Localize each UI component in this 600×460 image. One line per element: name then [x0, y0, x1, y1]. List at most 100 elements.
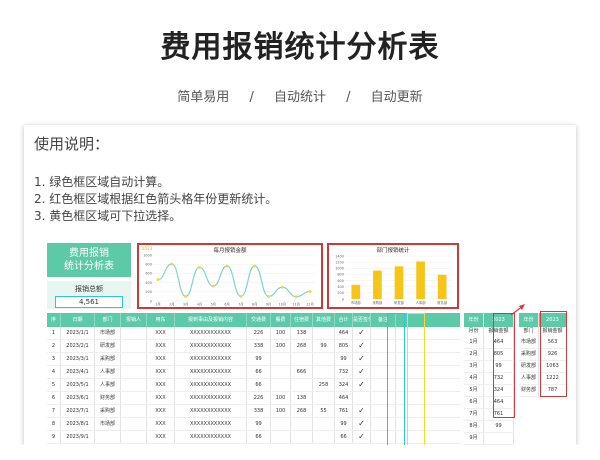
- signed-checkbox[interactable]: ✓: [353, 353, 371, 365]
- table-cell: [121, 353, 147, 365]
- dept-cell: 财务部: [519, 385, 539, 396]
- monthly-line-chart: 每月报销金额 2023 1000 800 600 400 200 0 1月 2月 3月 4月 5月 6…: [137, 243, 323, 309]
- table-cell: XXX: [147, 327, 175, 339]
- line-chart-xtick: 1月: [155, 303, 160, 307]
- signed-checkbox[interactable]: ✓: [353, 327, 371, 339]
- table-cell: 464: [335, 327, 353, 339]
- line-chart-xtick: 10月: [279, 303, 287, 307]
- line-chart-xtick: 7月: [238, 303, 243, 307]
- table-cell: 666: [291, 366, 313, 378]
- signed-checkbox[interactable]: ✓: [353, 366, 371, 378]
- signed-checkbox[interactable]: ✓: [353, 340, 371, 352]
- preview-card: 使用说明： 1. 绿色框区域自动计算。 2. 红色框区域根据红色箭头格年份更新统…: [24, 125, 576, 445]
- table-cell: 268: [291, 340, 313, 352]
- signed-checkbox[interactable]: ✓: [353, 431, 371, 443]
- table-cell: [313, 431, 335, 443]
- spreadsheet-preview: 费用报销 统计分析表 报销总额 4,561 每月报销金额 2023 1000 80…: [47, 243, 567, 445]
- line-chart-point: [211, 284, 215, 288]
- line-chart-ytick: 1000: [143, 253, 152, 257]
- table-cell: 99: [335, 353, 353, 365]
- feature-list: 简单易用 / 自动统计 / 自动更新: [0, 86, 600, 105]
- line-chart-point: [267, 295, 270, 298]
- bar-chart-bar: [351, 284, 361, 299]
- panel-title: 费用报销 统计分析表: [47, 243, 131, 277]
- bar-chart-xtick: 研发部: [394, 300, 405, 305]
- table-cell: 100: [271, 405, 291, 417]
- table-cell: XXXXXXXXXXXX: [175, 327, 247, 339]
- table-cell: XXXXXXXXXXXX: [175, 340, 247, 352]
- total-panel: 报销总额 4,561: [47, 281, 131, 309]
- table-cell: 2: [47, 340, 61, 352]
- table-cell: [121, 340, 147, 352]
- feature-3: 自动更新: [370, 90, 423, 105]
- signed-checkbox[interactable]: ✓: [353, 405, 371, 417]
- table-cell: [271, 366, 291, 378]
- table-header-cell: 报销人: [121, 313, 147, 327]
- table-cell: 财务部: [95, 392, 121, 404]
- table-cell: 9: [47, 431, 61, 443]
- signed-checkbox[interactable]: ✓: [353, 379, 371, 391]
- table-cell: 采购部: [95, 353, 121, 365]
- total-label: 报销总额: [75, 285, 103, 293]
- dropdown-highlight: [407, 313, 425, 445]
- instructions-title: 使用说明：: [34, 135, 110, 153]
- table-cell: XXXXXXXXXXXX: [175, 431, 247, 443]
- line-chart-ytick: 0: [150, 299, 152, 303]
- bar-chart-xtick: 采购部: [372, 300, 383, 305]
- monthly-row: 8月 99: [464, 421, 514, 433]
- line-chart-point: [253, 264, 257, 268]
- table-cell: 5: [47, 379, 61, 391]
- table-cell: 138: [291, 327, 313, 339]
- instruction-item-1: 1. 绿色框区域自动计算。: [34, 175, 170, 189]
- table-cell: XXX: [147, 392, 175, 404]
- dept-bar-chart: 部门报销统计 1400 1200 1000 800 600 400 200 0 市场部 采购部 研发…: [327, 243, 459, 309]
- table-cell: [313, 392, 335, 404]
- table-cell: 138: [291, 392, 313, 404]
- monthly-cell: 6月: [464, 397, 484, 408]
- table-cell: 2023/2/1: [61, 340, 95, 352]
- table-cell: XXX: [147, 431, 175, 443]
- instruction-item-3: 3. 黄色框区域可下拉选择。: [34, 209, 182, 223]
- line-chart-canvas: 1000 800 600 400 200 01月 2月 3月 4月 5月 6月 7月 8月 9月 10月 11…: [143, 253, 315, 307]
- line-chart-point: [225, 264, 229, 268]
- table-cell: 2023/3/1: [61, 353, 95, 365]
- line-chart-point: [239, 295, 243, 298]
- table-cell: [271, 353, 291, 365]
- table-cell: [291, 418, 313, 430]
- table-cell: 2023/7/1: [61, 405, 95, 417]
- dept-col-label: 部门: [519, 327, 539, 337]
- monthly-cell: 5月: [464, 385, 484, 396]
- table-cell: 66: [335, 431, 353, 443]
- table-cell: 268: [291, 405, 313, 417]
- line-chart-xtick: 5月: [211, 303, 216, 307]
- table-cell: XXXXXXXXXXXX: [175, 353, 247, 365]
- table-cell: 2023/4/1: [61, 366, 95, 378]
- table-cell: 6: [47, 392, 61, 404]
- table-cell: 99: [247, 353, 271, 365]
- line-chart-point: [156, 278, 160, 282]
- dept-cell: 采购部: [519, 349, 539, 360]
- line-chart-ytick: 400: [145, 281, 152, 285]
- table-cell: 324: [335, 379, 353, 391]
- table-cell: XXXXXXXXXXXX: [175, 379, 247, 391]
- table-header-cell: 部门: [95, 313, 121, 327]
- table-cell: 2023/5/1: [61, 379, 95, 391]
- table-cell: 66: [247, 366, 271, 378]
- signed-checkbox[interactable]: ✓: [353, 418, 371, 430]
- table-header-cell: 用东: [147, 313, 175, 327]
- table-cell: [271, 379, 291, 391]
- table-cell: 8: [47, 418, 61, 430]
- table-cell: 100: [271, 327, 291, 339]
- monthly-cell: 1月: [464, 337, 484, 348]
- table-cell: 4: [47, 366, 61, 378]
- table-cell: 464: [335, 392, 353, 404]
- feature-2: 自动统计: [273, 90, 326, 105]
- bar-chart-xtick: 人事部: [416, 300, 427, 305]
- table-cell: 市场部: [95, 418, 121, 430]
- panel-title-line1: 费用报销: [69, 248, 109, 259]
- total-value: 4,561: [55, 296, 123, 308]
- table-cell: XXX: [147, 366, 175, 378]
- line-chart-ytick: 800: [145, 263, 152, 267]
- dept-cell: 研发部: [519, 361, 539, 372]
- signed-checkbox[interactable]: [353, 392, 371, 404]
